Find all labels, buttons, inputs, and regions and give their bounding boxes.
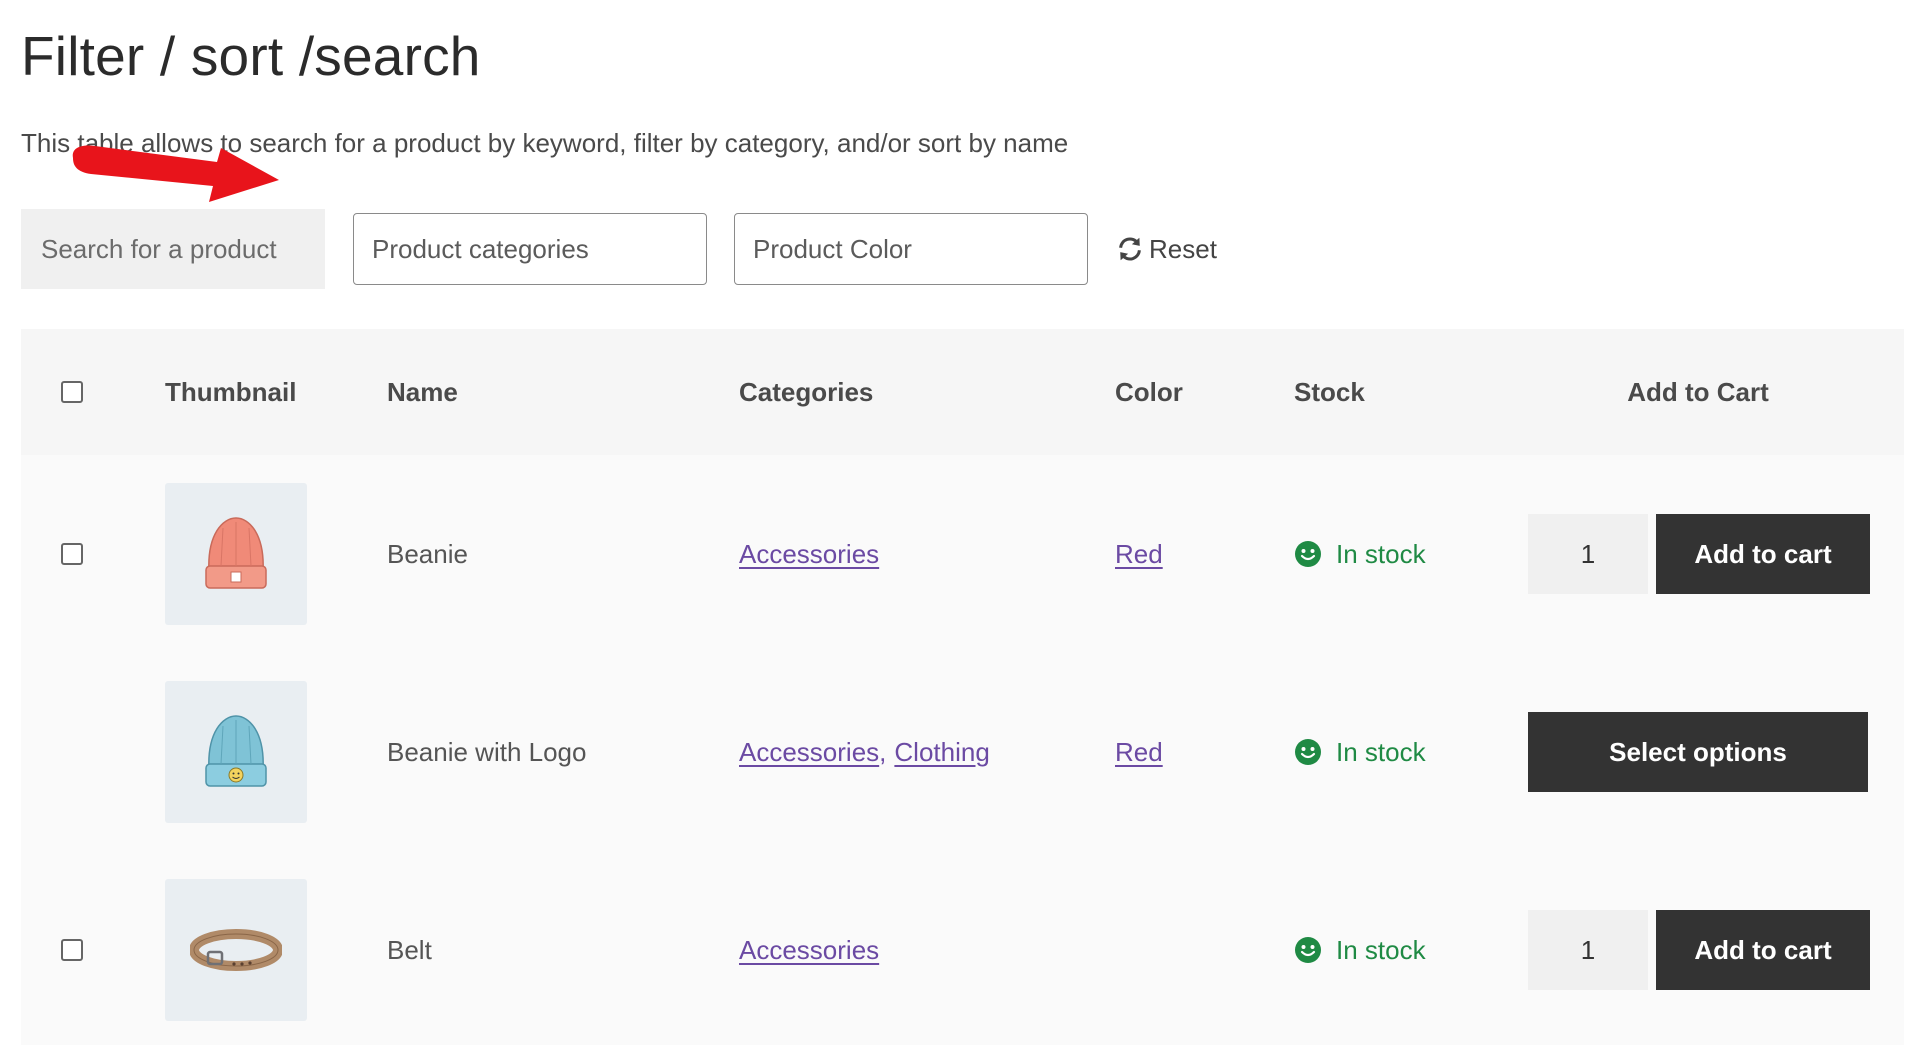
stock-status: In stock: [1294, 935, 1426, 966]
add-to-cart-button[interactable]: Add to cart: [1656, 514, 1870, 594]
product-categories-placeholder: Product categories: [372, 233, 589, 264]
select-options-button[interactable]: Select options: [1528, 712, 1868, 792]
row-checkbox[interactable]: [61, 543, 83, 565]
categories-cell: Accessories: [739, 851, 879, 1049]
smiley-icon: [1295, 937, 1321, 963]
color-cell: Red: [1115, 653, 1163, 851]
add-to-cart-cell: Add to cart: [1528, 851, 1870, 1049]
filter-controls: Product categories Product Color Reset: [21, 209, 1321, 289]
select-all-cell: [61, 329, 83, 455]
quantity-input[interactable]: [1528, 514, 1648, 594]
stock-label: In stock: [1336, 736, 1426, 767]
page-title: Filter / sort /search: [21, 25, 481, 87]
stock-cell: In stock: [1294, 653, 1426, 851]
stock-label: In stock: [1336, 538, 1426, 569]
table-body: Beanie Accessories Red In stock 1 Add to…: [21, 455, 1904, 1045]
product-color-select[interactable]: Product Color: [734, 213, 1088, 285]
belt-image: [190, 929, 282, 971]
header-add-to-cart[interactable]: Add to Cart: [1528, 329, 1868, 455]
search-input[interactable]: [21, 209, 325, 289]
red-beanie-image: [205, 517, 267, 589]
reset-label: Reset: [1149, 233, 1217, 264]
stock-label: In stock: [1336, 934, 1426, 965]
row-select-cell: [61, 455, 83, 653]
table-row: Belt Accessories In stock 1 Add to cart: [21, 851, 1904, 1049]
smiley-icon: [1295, 541, 1321, 567]
color-cell: Red: [1115, 455, 1163, 653]
header-color[interactable]: Color: [1115, 329, 1183, 455]
smiley-icon: [1295, 739, 1321, 765]
add-to-cart-button[interactable]: Add to cart: [1656, 910, 1870, 990]
table-row: Beanie Accessories Red In stock 1 Add to…: [21, 455, 1904, 653]
product-thumbnail[interactable]: [165, 879, 307, 1021]
red-arrow-annotation-icon: [72, 145, 279, 202]
header-stock[interactable]: Stock: [1294, 329, 1365, 455]
table-header: Thumbnail Name Categories Color Stock Ad…: [21, 329, 1904, 455]
stock-status: In stock: [1294, 737, 1426, 768]
thumbnail-cell: [165, 455, 307, 653]
header-thumbnail[interactable]: Thumbnail: [165, 329, 296, 455]
category-link[interactable]: Accessories: [739, 539, 879, 570]
categories-cell: Accessories: [739, 455, 879, 653]
color-link[interactable]: Red: [1115, 539, 1163, 570]
select-all-checkbox[interactable]: [61, 381, 83, 403]
color-link[interactable]: Red: [1115, 737, 1163, 768]
category-separator: ,: [879, 736, 887, 767]
stock-status: In stock: [1294, 539, 1426, 570]
quantity-input[interactable]: [1528, 910, 1648, 990]
category-link[interactable]: Accessories: [739, 737, 879, 768]
thumbnail-cell: [165, 851, 307, 1049]
category-link[interactable]: Accessories: [739, 935, 879, 966]
product-name: Beanie with Logo: [387, 736, 587, 767]
stock-cell: In stock: [1294, 851, 1426, 1049]
categories-cell: Accessories, Clothing: [739, 653, 990, 851]
product-thumbnail[interactable]: [165, 681, 307, 823]
blue-beanie-logo-image: [205, 715, 267, 787]
reset-button[interactable]: Reset: [1115, 209, 1217, 289]
stock-cell: In stock: [1294, 455, 1426, 653]
thumbnail-cell: [165, 653, 307, 851]
header-categories[interactable]: Categories: [739, 329, 873, 455]
product-name: Beanie: [387, 538, 468, 569]
table-row: Beanie with Logo Accessories, Clothing Re…: [21, 653, 1904, 851]
header-name[interactable]: Name: [387, 329, 458, 455]
category-link[interactable]: Clothing: [894, 737, 989, 768]
add-to-cart-cell: Add to cart: [1528, 455, 1870, 653]
product-color-placeholder: Product Color: [753, 233, 912, 264]
row-select-cell: [61, 851, 83, 1049]
refresh-icon: [1119, 237, 1141, 261]
product-name: Belt: [387, 934, 432, 965]
product-categories-select[interactable]: Product categories: [353, 213, 707, 285]
add-to-cart-cell: Select options: [1528, 653, 1868, 851]
row-checkbox[interactable]: [61, 939, 83, 961]
product-thumbnail[interactable]: [165, 483, 307, 625]
